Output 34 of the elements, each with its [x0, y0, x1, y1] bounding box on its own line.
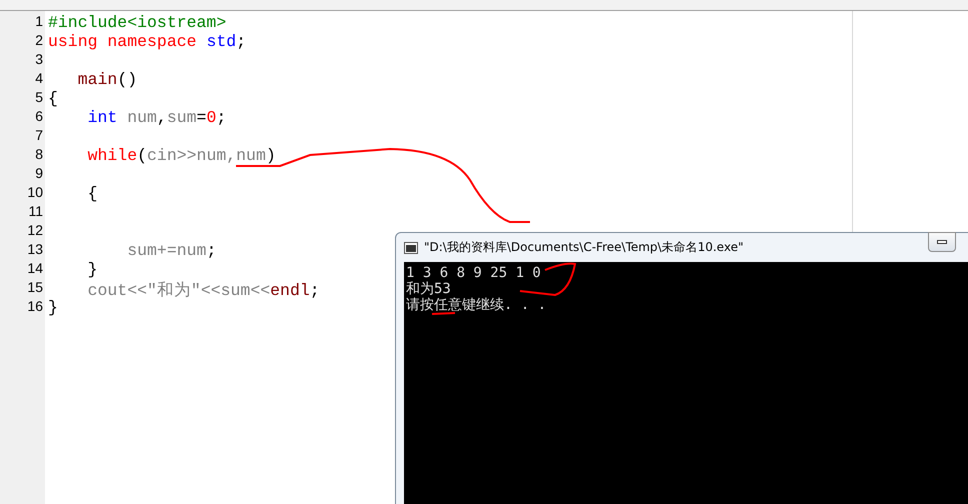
- code-line: }: [48, 298, 58, 317]
- line-number: 6: [34, 108, 44, 126]
- console-output-line: 1 3 6 8 9 25 1 0: [406, 265, 541, 281]
- line-number: 1: [34, 13, 44, 31]
- line-number: 9: [34, 165, 44, 183]
- code-line: #include<iostream>: [48, 13, 226, 32]
- line-number: 15: [26, 279, 44, 297]
- code-line: using namespace std;: [48, 32, 246, 51]
- code-line: }: [86, 260, 98, 279]
- code-line: while(cin>>num,num): [86, 146, 276, 165]
- code-line: sum+=num;: [126, 241, 216, 260]
- code-line: {: [48, 89, 58, 108]
- code-line: main(): [76, 70, 138, 89]
- code-line: {: [86, 184, 98, 203]
- console-output-line: 请按任意键继续. . .: [406, 297, 546, 313]
- code-line: cout<<"和为"<<sum<<endl;: [86, 280, 320, 298]
- line-number: 14: [26, 260, 44, 278]
- line-number: 11: [27, 203, 44, 221]
- line-number: 12: [26, 222, 44, 240]
- line-number: 3: [34, 51, 44, 69]
- line-number: 16: [26, 298, 44, 316]
- code-line: int num,sum=0;: [86, 108, 226, 127]
- line-number: 13: [26, 241, 44, 259]
- line-number: 5: [34, 89, 44, 107]
- line-number: 2: [34, 32, 44, 50]
- console-app-icon: [404, 242, 418, 254]
- minimize-button[interactable]: [928, 232, 956, 252]
- line-number: 7: [34, 127, 44, 145]
- line-number: 8: [34, 146, 44, 164]
- window-title: "D:\我的资料库\Documents\C-Free\Temp\未命名10.exe": [424, 239, 744, 256]
- console-output-line: 和为53: [406, 281, 451, 297]
- minimize-icon: [937, 240, 947, 244]
- line-number: 10: [26, 184, 44, 202]
- line-number: 4: [34, 70, 44, 88]
